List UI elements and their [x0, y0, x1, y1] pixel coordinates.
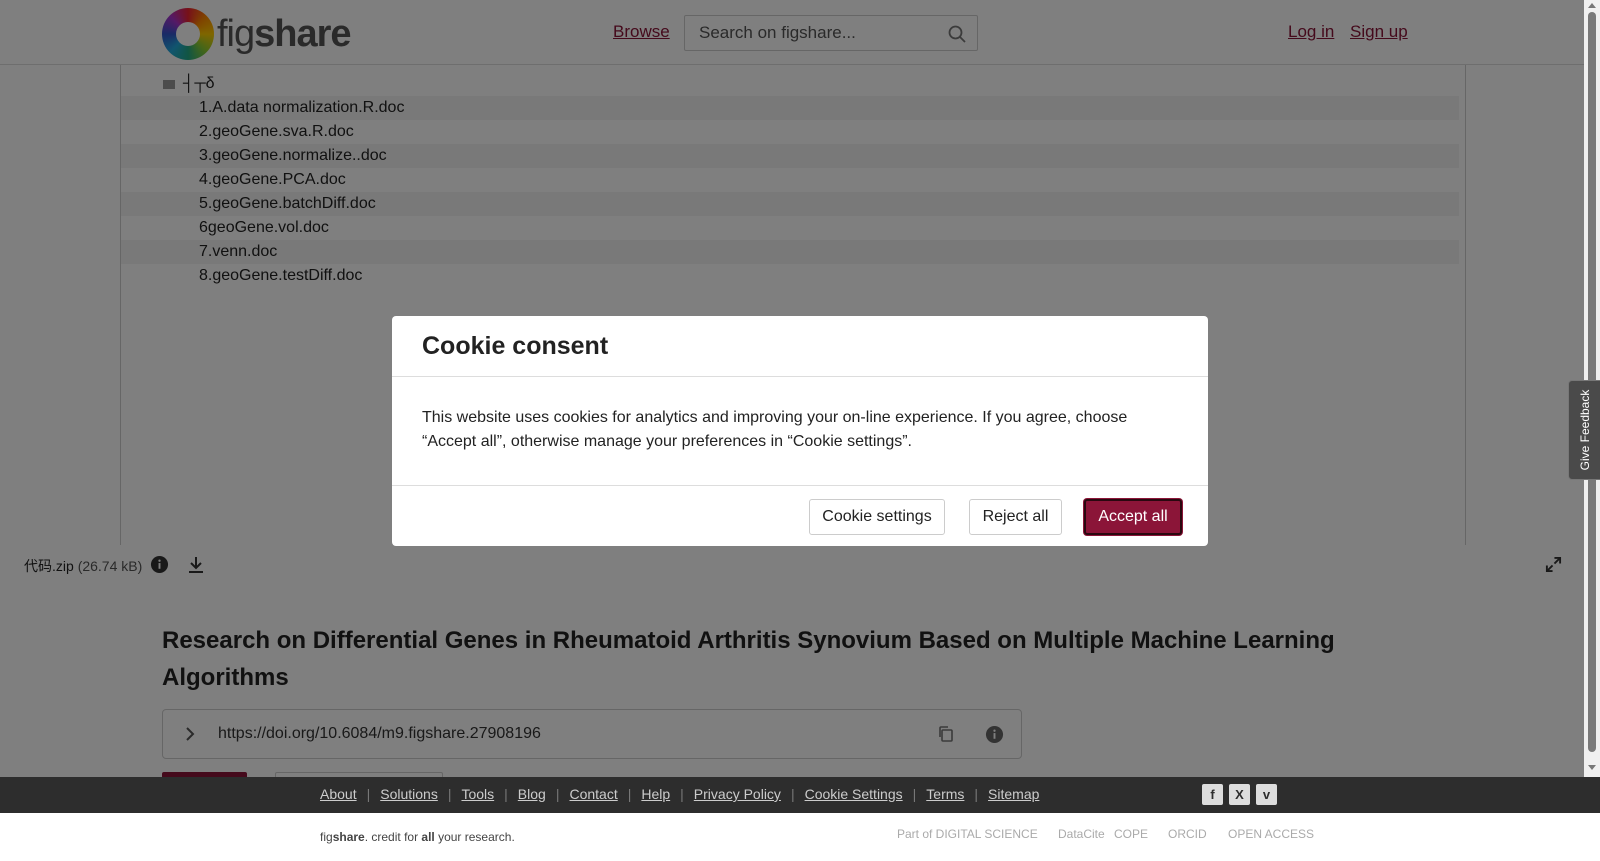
scroll-up-arrow[interactable] [1588, 3, 1596, 8]
datacite-logo[interactable]: DataCite [1058, 827, 1105, 841]
footer-bottom: figshare. credit for all your research. … [0, 813, 1600, 861]
footer-link-tools[interactable]: Tools [461, 786, 494, 802]
footer-link-help[interactable]: Help [641, 786, 670, 802]
accept-all-button[interactable]: Accept all [1084, 499, 1182, 535]
scroll-down-arrow[interactable] [1588, 765, 1596, 770]
modal-title: Cookie consent [422, 332, 609, 360]
divider [392, 376, 1208, 377]
footer-link-contact[interactable]: Contact [569, 786, 617, 802]
divider [392, 485, 1208, 486]
footer-link-terms[interactable]: Terms [926, 786, 964, 802]
facebook-icon[interactable]: f [1202, 784, 1223, 805]
footer-tagline: figshare. credit for all your research. [320, 830, 515, 844]
reject-all-button[interactable]: Reject all [969, 499, 1062, 535]
cope-logo[interactable]: COPE [1114, 827, 1148, 841]
cookie-settings-button[interactable]: Cookie settings [809, 499, 945, 535]
footer-link-solutions[interactable]: Solutions [380, 786, 438, 802]
footer-links: About | Solutions | Tools | Blog | Contact | … [320, 786, 1040, 802]
footer-nav: About | Solutions | Tools | Blog | Contact | … [0, 777, 1600, 813]
give-feedback-tab[interactable]: Give Feedback [1568, 380, 1600, 480]
x-twitter-icon[interactable]: X [1229, 784, 1250, 805]
feedback-label: Give Feedback [1577, 389, 1592, 471]
orcid-logo[interactable]: ORCID [1168, 827, 1207, 841]
footer-link-blog[interactable]: Blog [518, 786, 546, 802]
footer-link-privacy[interactable]: Privacy Policy [694, 786, 781, 802]
footer-link-sitemap[interactable]: Sitemap [988, 786, 1039, 802]
modal-body: This website uses cookies for analytics … [422, 409, 1128, 450]
open-access-logo[interactable]: OPEN ACCESS [1228, 827, 1314, 841]
digital-science-logo[interactable]: Part of DIGITAL SCIENCE [897, 827, 1038, 841]
footer-link-cookie-settings[interactable]: Cookie Settings [805, 786, 903, 802]
cookie-consent-dialog: Cookie consent This website uses cookies… [392, 316, 1208, 546]
footer-link-about[interactable]: About [320, 786, 357, 802]
vimeo-icon[interactable]: v [1256, 784, 1277, 805]
